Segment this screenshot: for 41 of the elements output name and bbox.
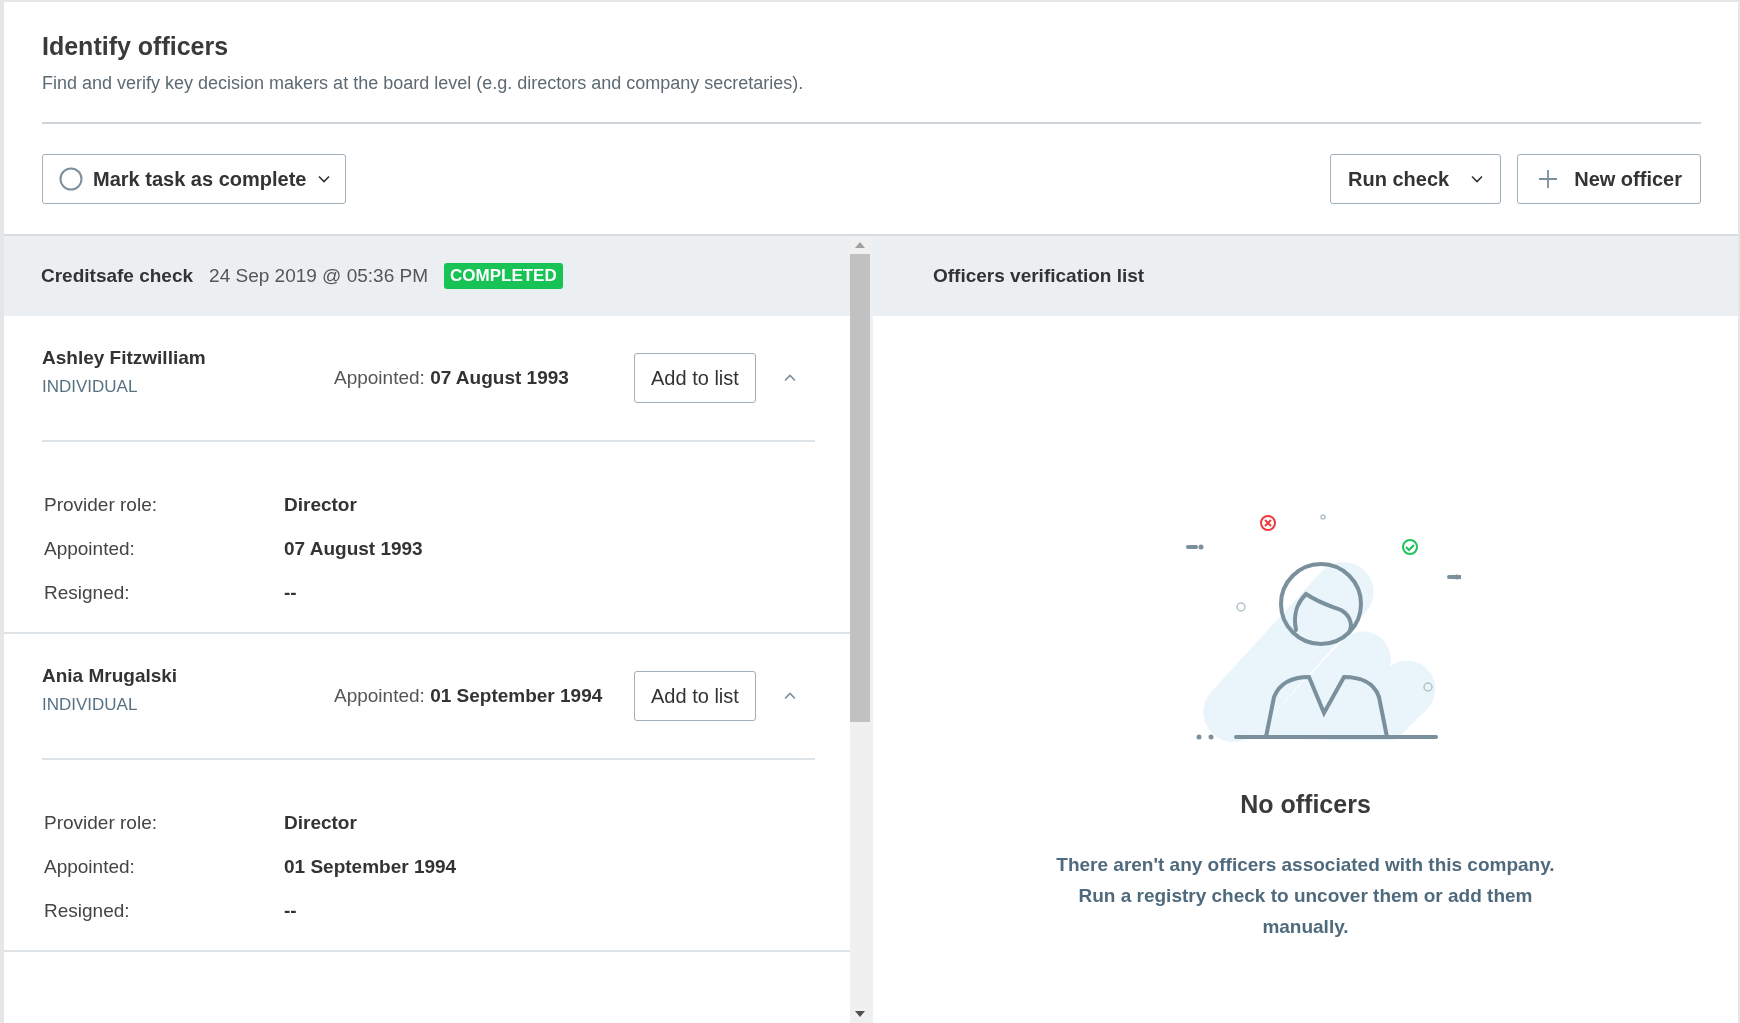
officer-name: Ania Mrugalski bbox=[42, 665, 179, 687]
detail-value: Director bbox=[284, 812, 358, 834]
chevron-up-icon bbox=[783, 374, 796, 382]
page-subtitle: Find and verify key decision makers at the board level (e.g. directors and company secretaries). bbox=[42, 73, 805, 94]
detail-label: Resigned: bbox=[44, 582, 131, 604]
check-date: 24 Sep 2019 @ 05:36 PM bbox=[209, 265, 428, 287]
appointed-summary: Appointed: 01 September 1994 bbox=[334, 685, 604, 707]
officer-name: Ashley Fitzwilliam bbox=[42, 347, 207, 369]
scroll-up-icon[interactable] bbox=[855, 242, 865, 248]
add-to-list-button[interactable]: Add to list bbox=[634, 671, 756, 721]
detail-label: Provider role: bbox=[44, 812, 158, 834]
chevron-down-icon bbox=[318, 175, 331, 183]
detail-label: Resigned: bbox=[44, 900, 131, 922]
scroll-down-icon[interactable] bbox=[855, 1011, 865, 1017]
verification-title: Officers verification list bbox=[933, 265, 1145, 287]
empty-title: No officers bbox=[1240, 790, 1371, 819]
chevron-up-icon bbox=[783, 692, 796, 700]
appointed-summary: Appointed: 07 August 1993 bbox=[334, 367, 570, 389]
detail-value: -- bbox=[284, 582, 298, 604]
scrollbar[interactable] bbox=[850, 236, 870, 1023]
plus-icon bbox=[1538, 169, 1559, 189]
detail-label: Provider role: bbox=[44, 494, 158, 516]
officer-type: INDIVIDUAL bbox=[42, 695, 139, 715]
officer-type: INDIVIDUAL bbox=[42, 377, 139, 397]
run-check-button[interactable]: Run check bbox=[1330, 154, 1502, 204]
add-to-list-button[interactable]: Add to list bbox=[634, 353, 756, 403]
detail-value: Director bbox=[284, 494, 358, 516]
mark-complete-button[interactable]: Mark task as complete bbox=[42, 154, 347, 204]
page-title: Identify officers bbox=[42, 32, 230, 61]
detail-value: -- bbox=[284, 900, 298, 922]
chevron-down-icon bbox=[1471, 175, 1484, 183]
check-name: Creditsafe check bbox=[41, 265, 194, 287]
detail-value: 01 September 1994 bbox=[284, 856, 458, 878]
detail-label: Appointed: bbox=[44, 856, 136, 878]
detail-label: Appointed: bbox=[44, 538, 136, 560]
status-badge: COMPLETED bbox=[444, 263, 563, 289]
empty-message: There aren't any officers associated with this company. Run a registry check to uncover them or add them manually. bbox=[1055, 853, 1556, 939]
scrollbar-thumb[interactable] bbox=[850, 254, 870, 722]
new-officer-button[interactable]: New officer bbox=[1517, 154, 1701, 204]
circle-icon bbox=[59, 167, 83, 191]
detail-value: 07 August 1993 bbox=[284, 538, 424, 560]
